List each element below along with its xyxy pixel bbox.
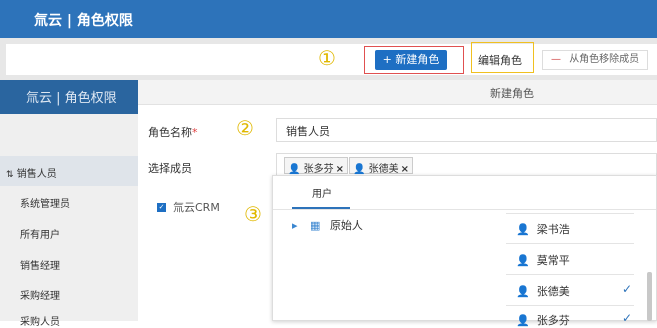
sidebar-item-purchase-manager[interactable]: 采购经理 [20, 287, 60, 302]
minus-icon: — [551, 54, 561, 65]
annotation-marker-3: ③ [244, 202, 262, 226]
divider [273, 209, 656, 210]
new-role-button[interactable]: + 新建角色 [375, 50, 447, 70]
sidebar-item-sales[interactable]: ⇅ 销售人员 [6, 165, 57, 180]
org-label: 原始人 [329, 219, 363, 232]
scrollbar[interactable] [647, 272, 652, 321]
divider [506, 243, 634, 244]
user-list-item[interactable]: 👤 莫常平 [516, 252, 570, 268]
org-tree-node[interactable]: ▸ ▦ 原始人 [292, 217, 363, 233]
divider [506, 213, 634, 214]
dialog-title: 新建角色 [490, 87, 534, 100]
required-marker: * [192, 126, 198, 139]
app-header: 氚云 | 角色权限 [0, 0, 657, 38]
members-label: 选择成员 [148, 162, 192, 175]
sort-icon: ⇅ [6, 170, 14, 180]
sidebar-item-sysadmin[interactable]: 系统管理员 [20, 195, 70, 210]
edit-role-button[interactable]: 编辑角色 [478, 52, 522, 68]
sidebar-item-label: 销售人员 [16, 169, 57, 180]
tree-checkbox[interactable]: ✓ [157, 203, 166, 212]
remove-from-role-label: 从角色移除成员 [569, 54, 640, 65]
user-icon: 👤 [516, 223, 530, 236]
sidebar-item-all-users[interactable]: 所有用户 [20, 226, 60, 241]
user-icon: 👤 [516, 254, 530, 267]
user-list-item[interactable]: 👤 梁书浩 [516, 221, 570, 237]
checkmark-icon: ✓ [622, 282, 633, 296]
user-icon: 👤 [516, 285, 530, 298]
divider [506, 305, 634, 306]
tab-users[interactable]: 用户 [312, 185, 332, 200]
role-name-label: 角色名称* [148, 126, 198, 139]
plus-icon: + [382, 53, 392, 66]
user-icon: 👤 [353, 164, 366, 175]
building-icon: ▦ [310, 219, 321, 232]
user-list-item[interactable]: 👤 张多芬 [516, 312, 570, 328]
role-name-input[interactable]: 销售人员 [276, 118, 657, 142]
tree-node-label[interactable]: 氚云CRM [173, 199, 220, 215]
caret-right-icon[interactable]: ▸ [292, 219, 298, 232]
member-tag[interactable]: 👤 张多芬 × [284, 157, 349, 175]
dialog-header [138, 80, 657, 105]
user-list-item[interactable]: 👤 张德美 [516, 283, 570, 299]
tag-remove-icon[interactable]: × [401, 164, 409, 175]
remove-from-role-button[interactable]: — 从角色移除成员 [542, 50, 648, 70]
annotation-marker-2: ② [236, 116, 254, 140]
divider [506, 274, 634, 275]
sidebar-title: 氚云 | 角色权限 [0, 80, 138, 114]
app-title: 氚云 | 角色权限 [34, 13, 133, 29]
member-tag[interactable]: 👤 张德美 × [349, 157, 414, 175]
sidebar-item-sales-manager[interactable]: 销售经理 [20, 257, 60, 272]
tag-remove-icon[interactable]: × [336, 164, 344, 175]
user-icon: 👤 [288, 164, 301, 175]
new-role-label: 新建角色 [395, 53, 440, 66]
checkmark-icon: ✓ [622, 311, 633, 325]
annotation-marker-1: ① [318, 46, 336, 70]
